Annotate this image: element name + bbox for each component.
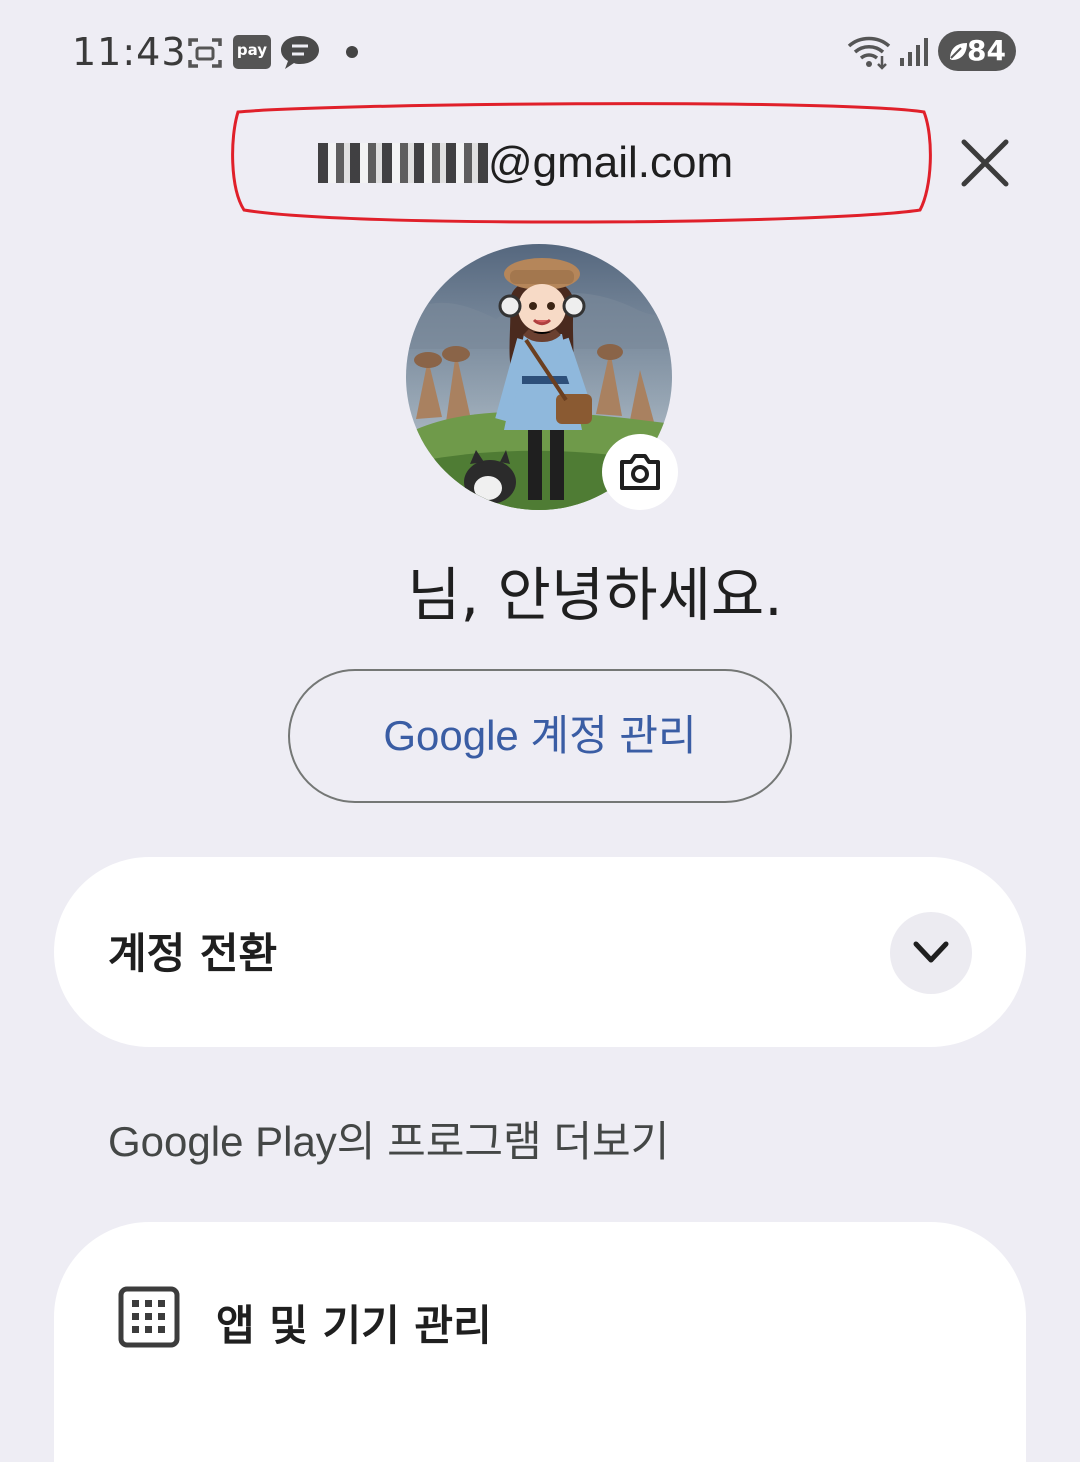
close-icon[interactable] (958, 136, 1012, 190)
battery-indicator: 84 (938, 31, 1016, 71)
switch-account-card[interactable]: 계정 전환 (54, 857, 1026, 1047)
notification-dot-icon (346, 46, 358, 58)
greeting-text: 님, 안녕하세요. (407, 561, 783, 629)
switch-account-label: 계정 전환 (108, 929, 278, 978)
signal-icon (900, 38, 928, 66)
wifi-icon (847, 36, 891, 70)
apps-grid-icon (118, 1286, 180, 1348)
status-time: 11:43 (72, 30, 187, 74)
email-masked-part (318, 143, 488, 183)
account-email: @gmail.com (318, 138, 733, 188)
expand-accounts-button[interactable] (890, 912, 972, 994)
status-bar: 11:43 pay 84 (0, 0, 1080, 100)
manage-apps-label: 앱 및 기기 관리 (216, 1301, 492, 1350)
manage-account-button[interactable]: Google 계정 관리 (288, 669, 792, 803)
battery-level: 84 (967, 34, 1006, 67)
manage-apps-card[interactable]: 앱 및 기기 관리 (54, 1222, 1026, 1462)
section-title: Google Play의 프로그램 더보기 (108, 1118, 670, 1165)
screenshot-icon (188, 38, 222, 68)
change-photo-button[interactable] (602, 434, 678, 510)
chevron-down-icon (913, 941, 949, 963)
camera-icon (620, 454, 660, 490)
pay-icon: pay (233, 35, 271, 69)
chat-bubble-icon (281, 36, 319, 69)
email-domain: @gmail.com (488, 138, 734, 187)
